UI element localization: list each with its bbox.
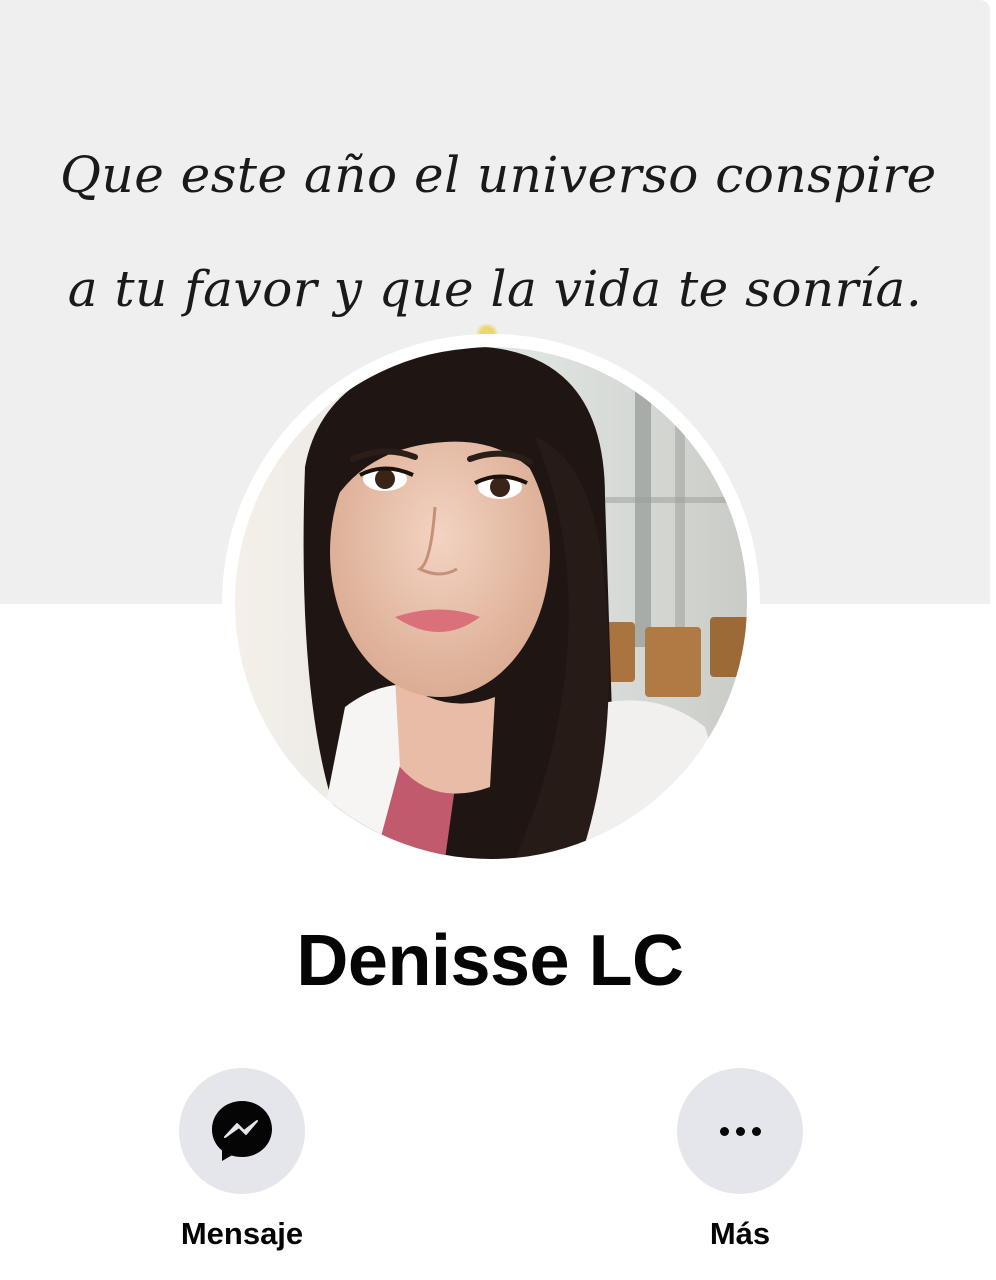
- cover-quote: Que este año el universo conspire a tu f…: [60, 118, 937, 346]
- profile-name: Denisse LC: [296, 921, 684, 1001]
- more-button[interactable]: [677, 1068, 803, 1194]
- more-dots-icon: [719, 1126, 761, 1136]
- avatar-photo: [235, 347, 747, 859]
- profile-page: Que este año el universo conspire a tu f…: [0, 0, 996, 1280]
- cover-quote-line-1: Que este año el universo conspire: [60, 146, 937, 204]
- message-button[interactable]: [179, 1068, 305, 1194]
- message-label: Mensaje: [180, 1216, 304, 1251]
- message-action[interactable]: Mensaje: [142, 1068, 342, 1252]
- more-action[interactable]: Más: [640, 1068, 840, 1252]
- messenger-icon: [212, 1101, 272, 1161]
- flower-decoration: [474, 324, 500, 334]
- more-label: Más: [709, 1216, 771, 1251]
- profile-avatar[interactable]: [235, 347, 747, 859]
